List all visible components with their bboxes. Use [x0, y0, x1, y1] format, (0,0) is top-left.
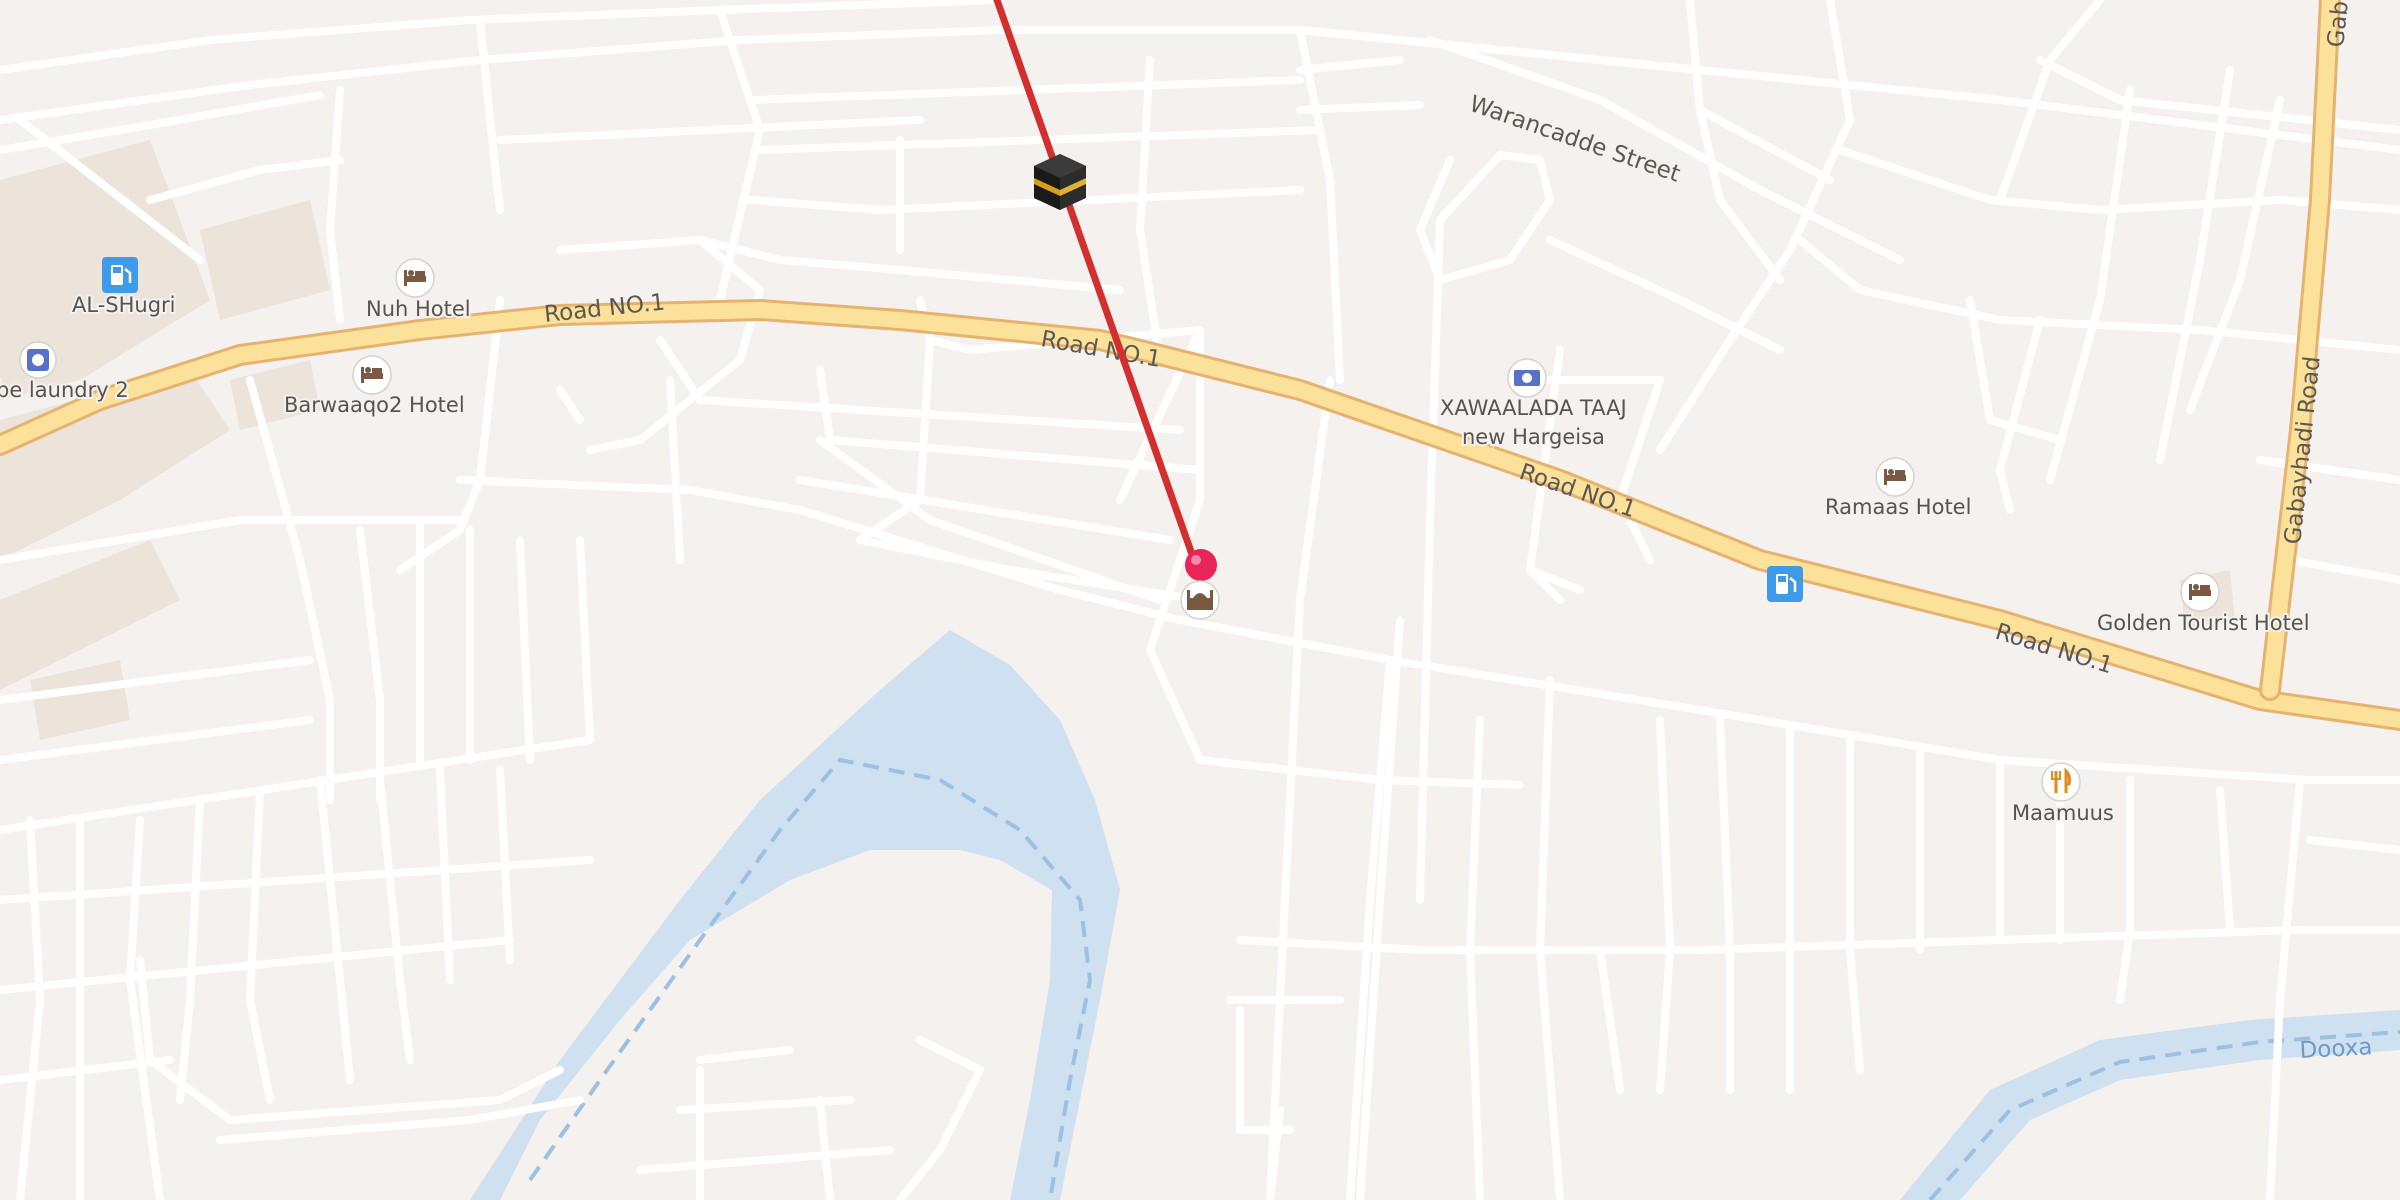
poi-label: Maamuus	[2012, 801, 2114, 825]
poi-label: Barwaaqo2 Hotel	[284, 393, 465, 417]
poi-label-secondary: new Hargeisa	[1462, 425, 1605, 449]
fuel-station-icon	[1767, 566, 1803, 602]
laundry-icon	[19, 341, 57, 379]
poi-label: Nuh Hotel	[366, 297, 471, 321]
road-label-gabayhadi-top: Gab	[2323, 0, 2354, 49]
fuel-station-icon	[102, 257, 138, 293]
hotel-icon	[395, 258, 435, 298]
kaaba-icon[interactable]	[1034, 154, 1086, 210]
money-exchange-icon	[1507, 358, 1547, 398]
poi-label: Ramaas Hotel	[1825, 495, 1971, 519]
water-label-dooxa: Dooxa	[2299, 1034, 2373, 1064]
poi-label: AL-SHugri	[72, 293, 176, 317]
hotel-icon	[352, 355, 392, 395]
poi-mosque[interactable]	[1180, 580, 1220, 620]
hotel-icon	[2180, 572, 2220, 612]
poi-label: Golden Tourist Hotel	[2097, 611, 2310, 635]
restaurant-icon	[2041, 762, 2081, 802]
hotel-icon	[1875, 457, 1915, 497]
mosque-icon	[1180, 580, 1220, 620]
poi-label: XAWAALADA TAAJ	[1440, 396, 1627, 420]
poi-label: be laundry 2	[0, 378, 129, 402]
map-view[interactable]: Road NO.1 Road NO.1 Road NO.1 Road NO.1 …	[0, 0, 2400, 1200]
poi-fuel-station[interactable]	[1767, 566, 1803, 602]
